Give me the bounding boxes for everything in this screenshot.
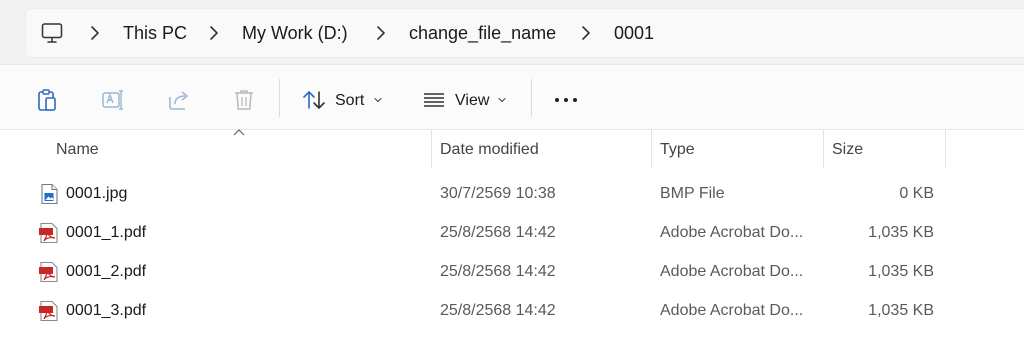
file-type: Adobe Acrobat Do... [660,224,804,241]
chevron-down-icon[interactable] [373,95,383,105]
file-row[interactable]: 0001_3.pdf 25/8/2568 14:42 Adobe Acrobat… [36,291,946,330]
breadcrumb-item-folder[interactable]: change_file_name [409,22,556,44]
toolbar-divider [279,79,280,117]
file-date: 25/8/2568 14:42 [440,302,556,319]
file-date: 25/8/2568 14:42 [440,224,556,241]
column-header-type[interactable]: Type [660,138,695,162]
file-name: 0001_1.pdf [66,224,147,241]
column-divider[interactable] [823,130,824,168]
toolbar-divider [531,79,532,117]
file-name: 0001_3.pdf [66,302,147,319]
pdf-file-icon [39,261,58,283]
file-size: 0 KB [899,185,934,202]
file-date: 25/8/2568 14:42 [440,263,556,280]
file-date: 30/7/2569 10:38 [440,185,556,202]
address-bar: This PC My Work (D:) change_file_name 00… [0,0,1024,64]
file-type: Adobe Acrobat Do... [660,263,804,280]
view-icon[interactable] [421,87,447,113]
file-size: 1,035 KB [868,302,934,319]
share-icon[interactable] [166,87,192,113]
column-header-date[interactable]: Date modified [440,138,539,162]
column-divider[interactable] [945,130,946,168]
file-row[interactable]: 0001.jpg 30/7/2569 10:38 BMP File 0 KB [36,174,946,213]
column-divider[interactable] [431,130,432,168]
column-header-size[interactable]: Size [832,138,863,162]
computer-icon[interactable] [40,21,64,45]
breadcrumb-item-current[interactable]: 0001 [614,22,654,44]
command-bar: Sort View [0,64,1024,130]
breadcrumb-item-this-pc[interactable]: This PC [123,22,187,44]
chevron-right-icon[interactable] [370,22,392,44]
sort-button[interactable]: Sort [335,91,364,111]
file-row[interactable]: 0001_1.pdf 25/8/2568 14:42 Adobe Acrobat… [36,213,946,252]
file-name: 0001_2.pdf [66,263,147,280]
breadcrumb-item-drive[interactable]: My Work (D:) [242,22,348,44]
view-button[interactable]: View [455,91,489,111]
image-file-icon [41,183,58,205]
more-options-icon[interactable] [553,87,579,113]
file-type: Adobe Acrobat Do... [660,302,804,319]
file-type: BMP File [660,185,725,202]
file-row[interactable]: 0001_2.pdf 25/8/2568 14:42 Adobe Acrobat… [36,252,946,291]
delete-icon[interactable] [231,87,257,113]
file-size: 1,035 KB [868,263,934,280]
column-header-name[interactable]: Name [56,138,99,162]
chevron-down-icon[interactable] [497,95,507,105]
chevron-right-icon[interactable] [84,22,106,44]
pdf-file-icon [39,222,58,244]
chevron-right-icon[interactable] [575,22,597,44]
pdf-file-icon [39,300,58,322]
paste-icon[interactable] [34,87,60,113]
column-divider[interactable] [651,130,652,168]
sort-icon[interactable] [301,87,327,113]
file-size: 1,035 KB [868,224,934,241]
chevron-right-icon[interactable] [203,22,225,44]
sort-ascending-icon [233,129,245,136]
rename-icon[interactable] [100,87,126,113]
file-name: 0001.jpg [66,185,128,202]
